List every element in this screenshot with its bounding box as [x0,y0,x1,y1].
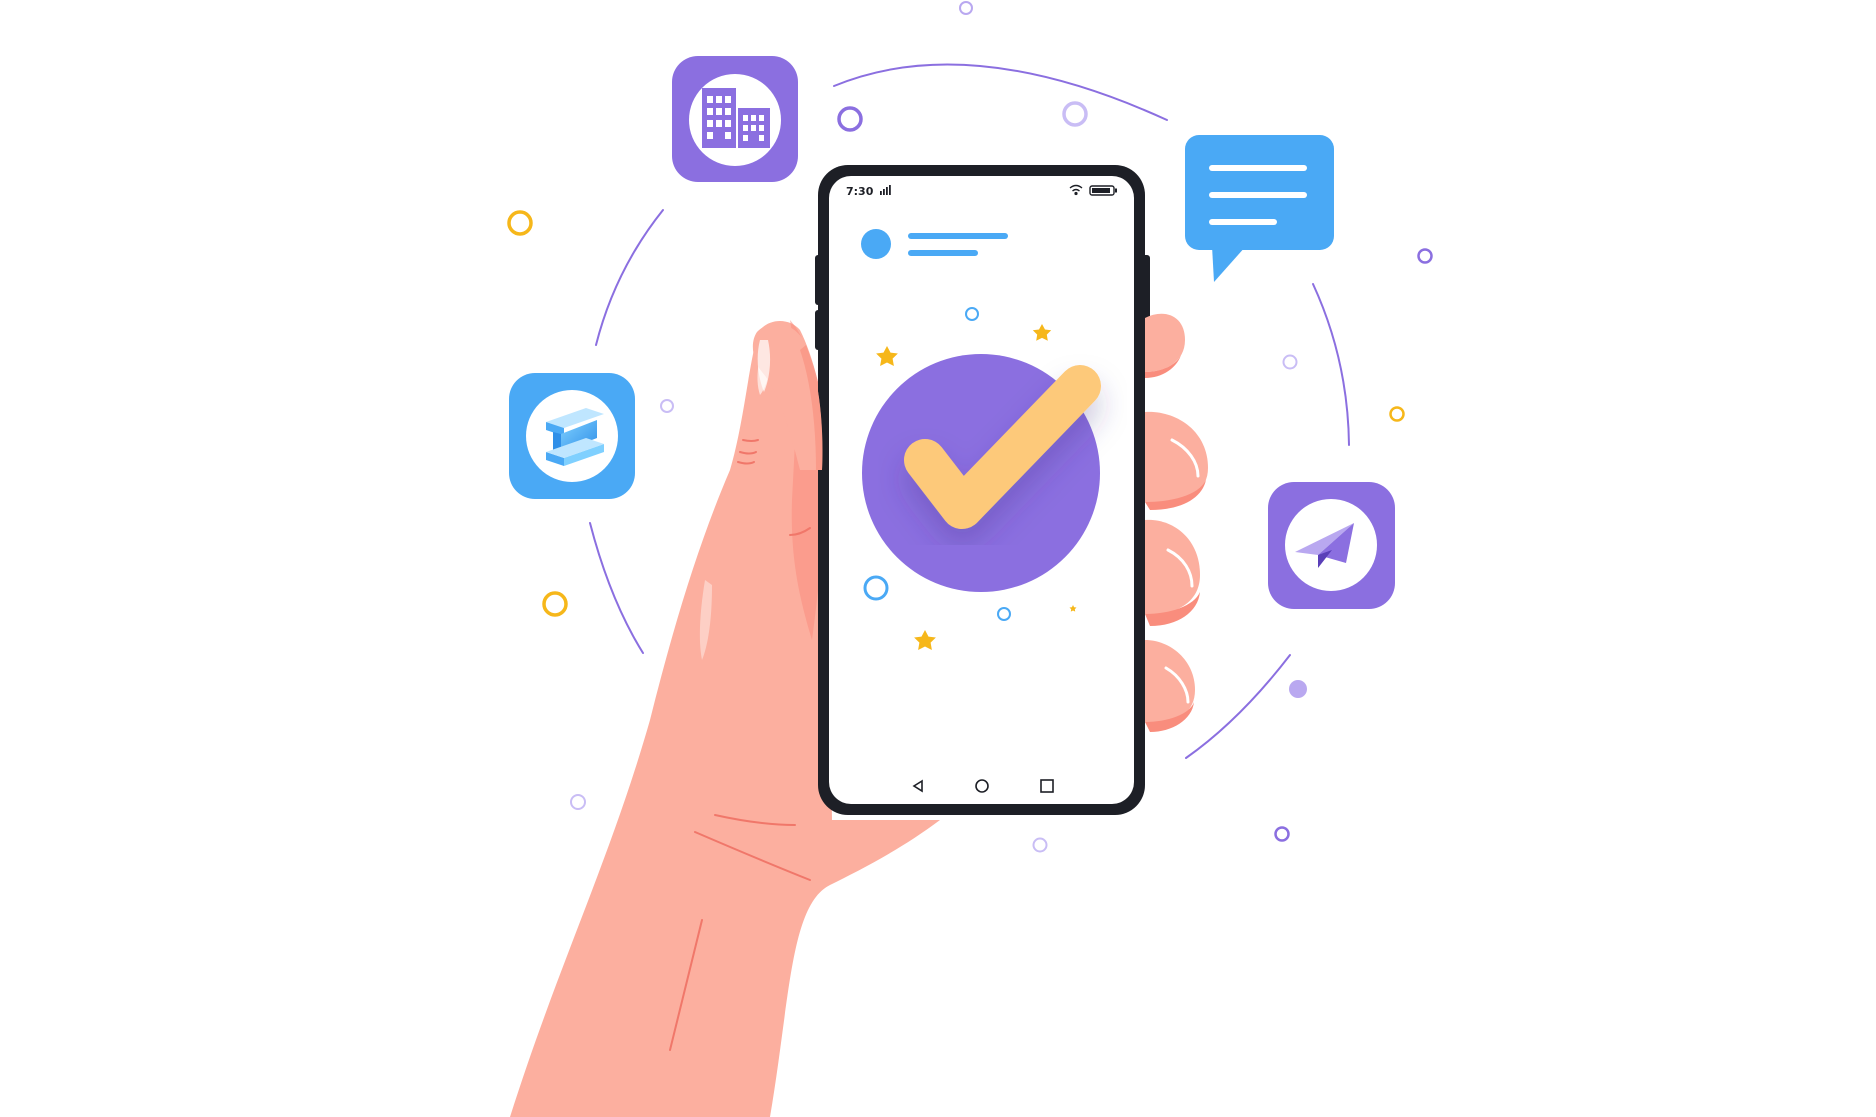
status-time: 7:30 [846,185,874,198]
steel-beam-app-tile [509,373,635,499]
illustration-canvas: 7:30 [507,1,1433,1117]
dot-purple-3 [1274,826,1290,842]
dot-purple-2 [1417,248,1433,264]
chat-bubble-icon [1185,135,1334,282]
finger-4 [1145,640,1195,732]
orbit-arc-upper-left [595,209,664,346]
dot-yellow-1 [507,210,533,236]
finger-2 [1145,411,1208,510]
orbit-arc-lower-right [1185,654,1291,759]
checkmark-badge-icon [862,354,1101,592]
dot-lavender-4 [570,794,586,810]
dot-lavender-3 [1282,354,1298,370]
dot-yellow-3 [542,591,568,617]
avatar [861,229,891,259]
dot-lavender-filled [1289,680,1307,698]
dot-top [959,1,973,15]
orbit-arc-right [1312,283,1350,446]
dot-lavender-5 [1032,837,1048,853]
dot-lavender-2 [660,399,674,413]
dot-purple-1 [837,106,863,132]
paper-plane-app-tile [1268,482,1395,609]
finger-3 [1145,519,1200,626]
finger-1 [1145,313,1185,378]
subtitle-placeholder-line [908,250,978,256]
dot-yellow-2 [1389,406,1405,422]
building-app-tile [672,56,798,182]
hand-fingers [1145,313,1208,732]
name-placeholder-line [908,233,1008,239]
orbit-arc-lower-left [589,522,644,654]
smartphone: 7:30 [815,165,1150,815]
orbit-arc-top [833,63,1168,121]
dot-lavender-1 [1062,101,1088,127]
